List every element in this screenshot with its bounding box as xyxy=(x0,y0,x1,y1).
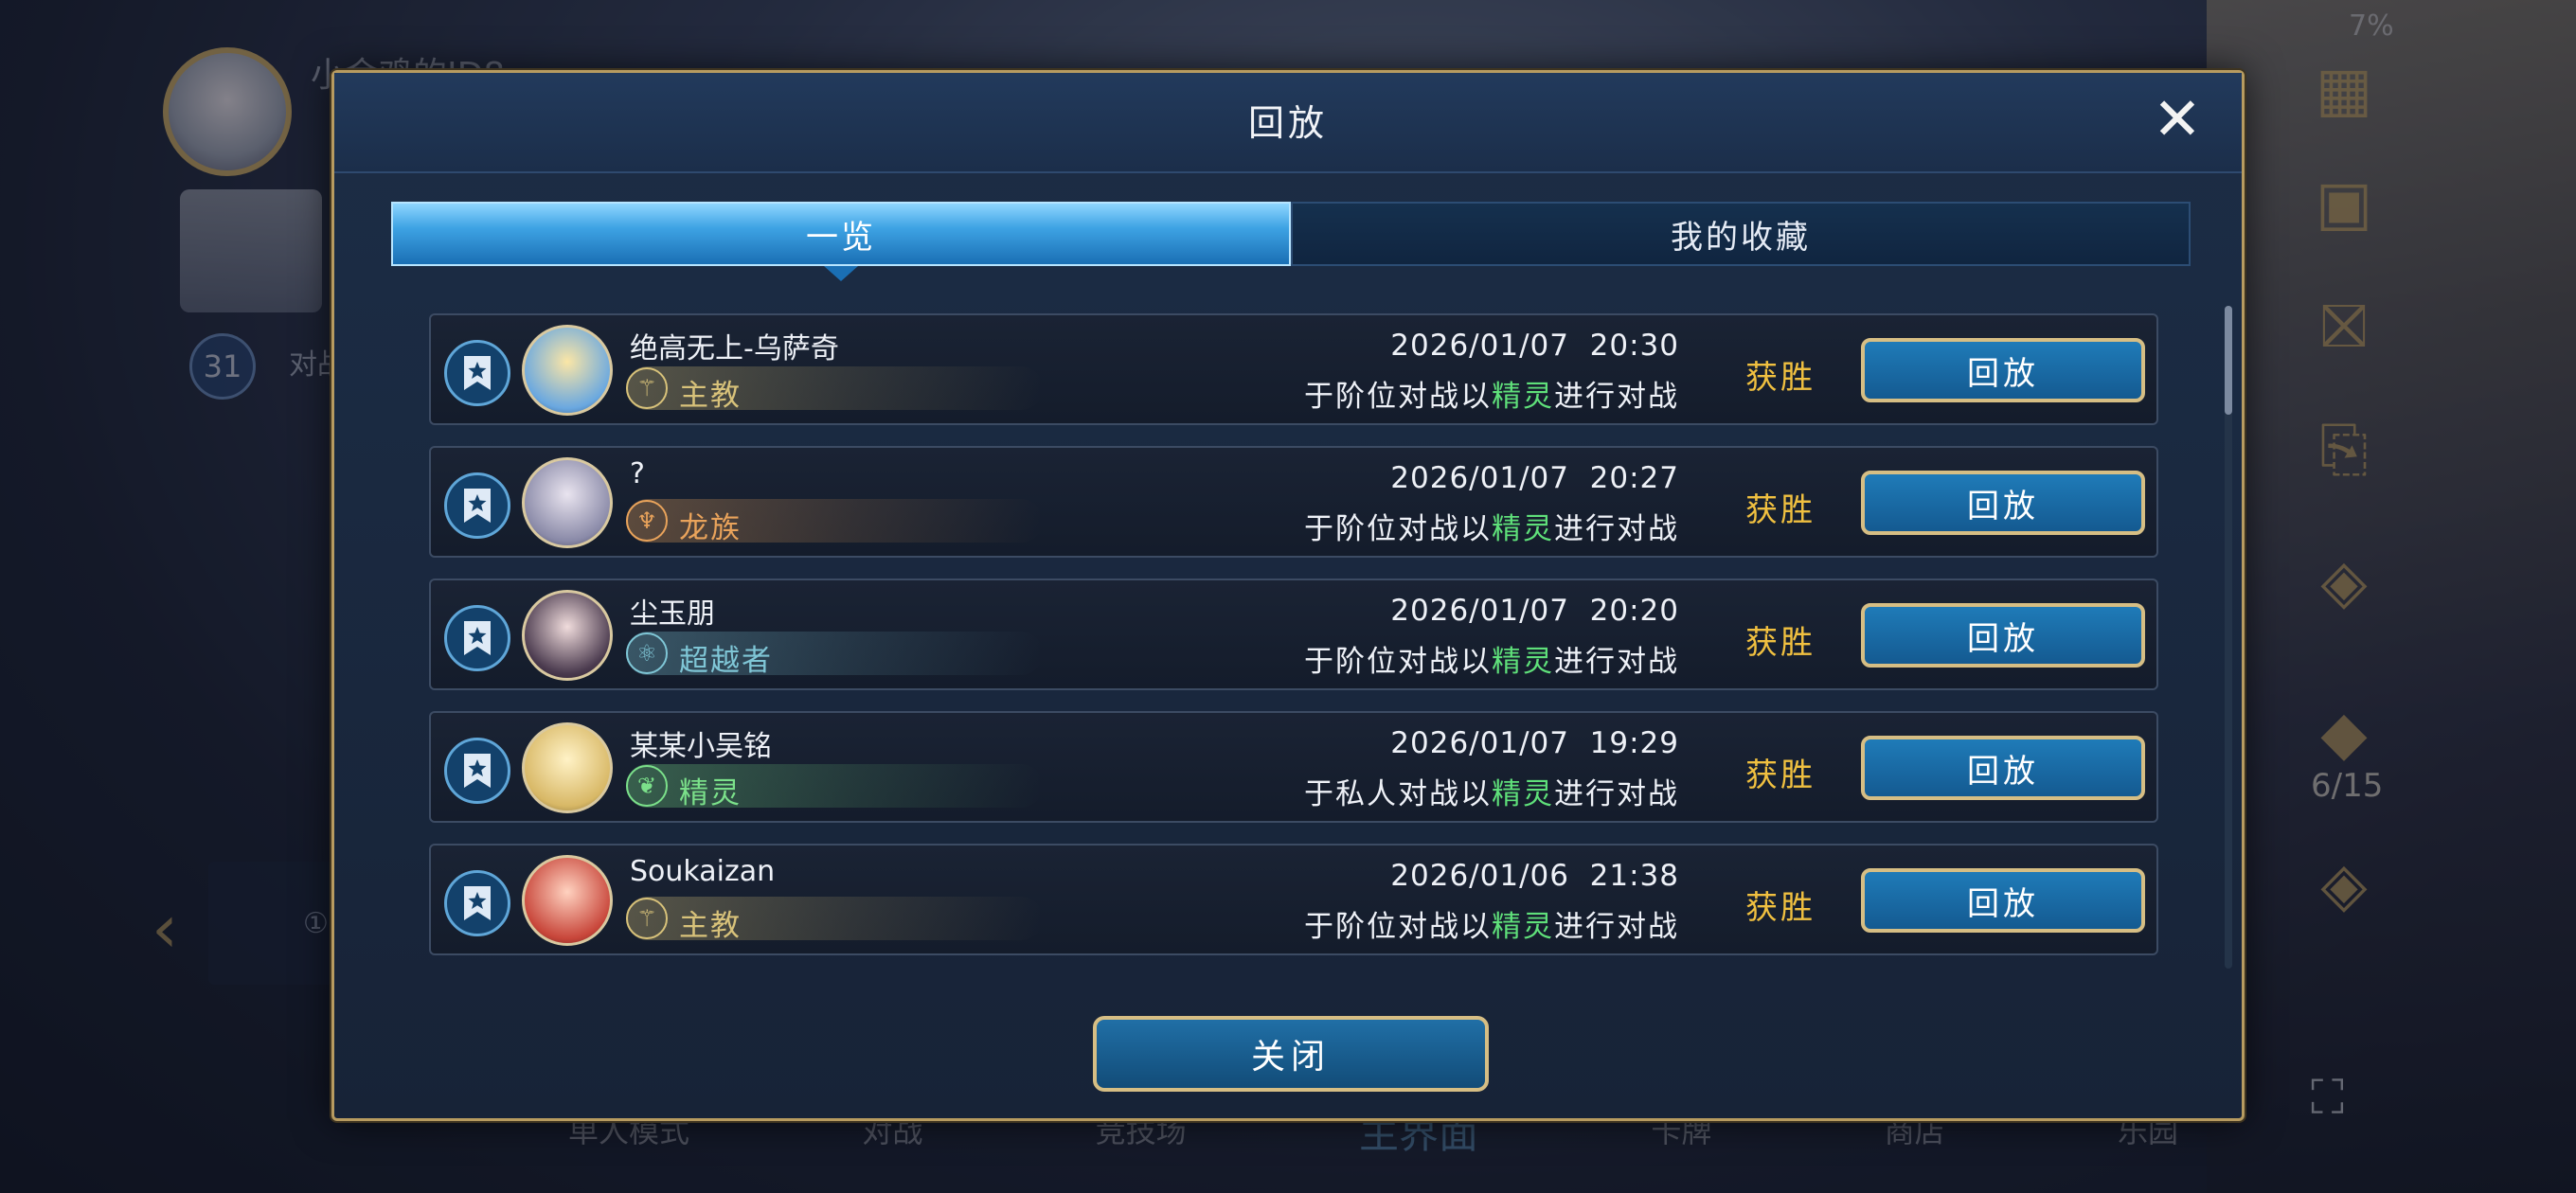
mode-class: 精灵 xyxy=(1492,910,1554,944)
mode-suffix: 进行对战 xyxy=(1554,512,1679,546)
match-result: 获胜 xyxy=(1745,624,1816,662)
match-mode-text: 于阶位对战以精灵进行对战 xyxy=(1304,372,1679,415)
match-mode-text: 于阶位对战以精灵进行对战 xyxy=(1304,505,1679,547)
close-icon[interactable]: ✕ xyxy=(2153,90,2202,149)
opponent-name: Soukaizan xyxy=(630,855,776,888)
match-datetime: 2026/01/06 21:38 xyxy=(1390,859,1679,893)
bookmark-star-icon xyxy=(464,754,491,788)
scrollbar[interactable] xyxy=(2225,306,2232,969)
replay-button[interactable]: 回放 xyxy=(1861,736,2145,800)
mode-class: 精灵 xyxy=(1492,512,1554,546)
opponent-class-name: 精灵 xyxy=(679,776,742,810)
opponent-avatar xyxy=(522,457,613,548)
favorite-bookmark-button[interactable] xyxy=(444,340,510,406)
replay-row: Soukaizan ⚚ 主教 2026/01/06 21:38 于阶位对战以精灵… xyxy=(429,844,2158,955)
favorite-bookmark-button[interactable] xyxy=(444,738,510,804)
dialog-header: 回放 ✕ xyxy=(334,73,2242,173)
mode-class: 精灵 xyxy=(1492,380,1554,414)
opponent-avatar xyxy=(522,722,613,813)
match-datetime: 2026/01/07 20:20 xyxy=(1390,594,1679,628)
mode-prefix: 于阶位对战以 xyxy=(1304,910,1492,944)
mode-prefix: 于阶位对战以 xyxy=(1304,512,1492,546)
match-result: 获胜 xyxy=(1745,359,1816,397)
replay-list: 绝高无上-乌萨奇 ⚚ 主教 2026/01/07 20:30 于阶位对战以精灵进… xyxy=(429,313,2158,976)
portalcraft-icon: ⚛ xyxy=(626,632,668,674)
tab-bar: 一览 我的收藏 xyxy=(391,202,2191,281)
replay-row: 某某小吴铭 ❦ 精灵 2026/01/07 19:29 于私人对战以精灵进行对战… xyxy=(429,711,2158,823)
opponent-class-name: 主教 xyxy=(679,909,742,943)
bishop-icon: ⚚ xyxy=(626,367,668,409)
opponent-class-name: 主教 xyxy=(679,379,742,413)
dragon-icon: ♆ xyxy=(626,500,668,542)
match-mode-text: 于阶位对战以精灵进行对战 xyxy=(1304,637,1679,680)
opponent-avatar xyxy=(522,325,613,416)
opponent-avatar xyxy=(522,590,613,681)
mode-class: 精灵 xyxy=(1492,777,1554,811)
mode-prefix: 于私人对战以 xyxy=(1304,777,1492,811)
opponent-class-badge: ⚚ 主教 xyxy=(626,897,1043,943)
replay-button[interactable]: 回放 xyxy=(1861,603,2145,668)
replay-button[interactable]: 回放 xyxy=(1861,868,2145,933)
leaf-icon: ❦ xyxy=(626,765,668,807)
opponent-class-badge: ❦ 精灵 xyxy=(626,764,1043,810)
replay-row: ? ♆ 龙族 2026/01/07 20:27 于阶位对战以精灵进行对战 获胜 … xyxy=(429,446,2158,558)
match-result: 获胜 xyxy=(1745,491,1816,529)
replay-dialog: 回放 ✕ 一览 我的收藏 绝高无上-乌萨奇 ⚚ 主教 2026/01/07 20… xyxy=(331,70,2245,1121)
bookmark-star-icon xyxy=(464,356,491,390)
opponent-avatar xyxy=(522,855,613,946)
mode-suffix: 进行对战 xyxy=(1554,380,1679,414)
favorite-bookmark-button[interactable] xyxy=(444,870,510,936)
opponent-class-badge: ⚚ 主教 xyxy=(626,366,1043,413)
match-datetime: 2026/01/07 20:27 xyxy=(1390,461,1679,495)
tab-my-favorites[interactable]: 我的收藏 xyxy=(1291,202,2191,266)
opponent-name: 绝高无上-乌萨奇 xyxy=(630,332,839,365)
mode-suffix: 进行对战 xyxy=(1554,777,1679,811)
bookmark-star-icon xyxy=(464,489,491,523)
mode-class: 精灵 xyxy=(1492,645,1554,679)
match-mode-text: 于阶位对战以精灵进行对战 xyxy=(1304,902,1679,945)
mode-prefix: 于阶位对战以 xyxy=(1304,380,1492,414)
mode-suffix: 进行对战 xyxy=(1554,910,1679,944)
mode-suffix: 进行对战 xyxy=(1554,645,1679,679)
scrollbar-thumb[interactable] xyxy=(2225,306,2232,415)
opponent-name: 某某小吴铭 xyxy=(630,730,772,763)
favorite-bookmark-button[interactable] xyxy=(444,605,510,671)
close-button[interactable]: 关闭 xyxy=(1093,1016,1489,1092)
bookmark-star-icon xyxy=(464,886,491,920)
dialog-title: 回放 xyxy=(1247,102,1328,144)
bookmark-star-icon xyxy=(464,621,491,655)
replay-button[interactable]: 回放 xyxy=(1861,338,2145,402)
match-result: 获胜 xyxy=(1745,889,1816,927)
bishop-icon: ⚚ xyxy=(626,898,668,939)
match-result: 获胜 xyxy=(1745,757,1816,794)
replay-row: 尘玉朋 ⚛ 超越者 2026/01/07 20:20 于阶位对战以精灵进行对战 … xyxy=(429,579,2158,690)
opponent-class-name: 超越者 xyxy=(679,644,773,678)
opponent-class-badge: ♆ 龙族 xyxy=(626,499,1043,545)
match-datetime: 2026/01/07 20:30 xyxy=(1390,329,1679,363)
replay-button[interactable]: 回放 xyxy=(1861,471,2145,535)
match-mode-text: 于私人对战以精灵进行对战 xyxy=(1304,770,1679,812)
tab-overview[interactable]: 一览 xyxy=(391,202,1291,281)
opponent-name: ? xyxy=(630,457,645,490)
favorite-bookmark-button[interactable] xyxy=(444,472,510,539)
match-datetime: 2026/01/07 19:29 xyxy=(1390,726,1679,760)
opponent-class-name: 龙族 xyxy=(679,511,742,545)
opponent-class-badge: ⚛ 超越者 xyxy=(626,632,1043,678)
opponent-name: 尘玉朋 xyxy=(630,597,715,631)
replay-row: 绝高无上-乌萨奇 ⚚ 主教 2026/01/07 20:30 于阶位对战以精灵进… xyxy=(429,313,2158,425)
mode-prefix: 于阶位对战以 xyxy=(1304,645,1492,679)
